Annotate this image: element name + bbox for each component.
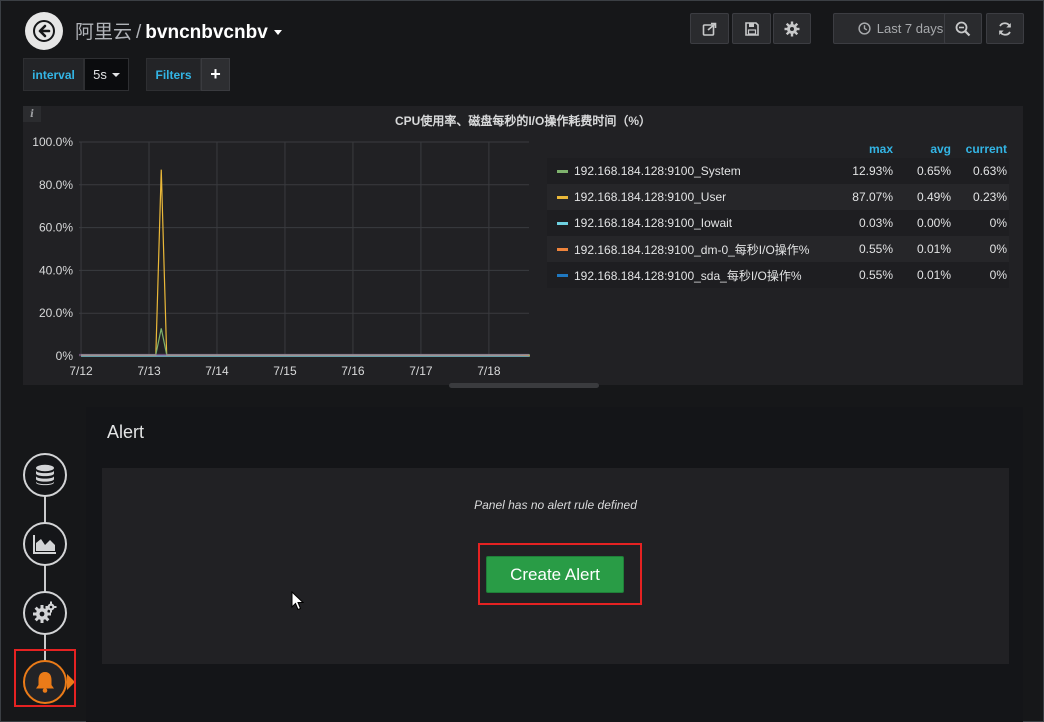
- graph-panel: 0% 20.0% 40.0% 60.0% 80.0% 100.0% 7/12 7/13 7/14…: [23, 106, 1023, 385]
- legend-color-swatch[interactable]: [557, 273, 568, 277]
- graph-legend: max avg current 192.168.184.128:9100_Sys…: [547, 142, 1009, 288]
- database-icon: [36, 464, 54, 486]
- refresh-button[interactable]: [986, 13, 1024, 44]
- legend-series-row[interactable]: 192.168.184.128:9100_User 87.07% 0.49% 0.23…: [547, 184, 1009, 210]
- panel-editor: Alert Panel has no alert rule defined Cr…: [86, 407, 1023, 722]
- legend-series-row[interactable]: 192.168.184.128:9100_sda_每秒I/O操作% 0.55% 0.…: [547, 262, 1009, 288]
- zoom-out-icon: [955, 21, 971, 36]
- legend-value-avg: 0.01%: [916, 268, 951, 282]
- legend-series-row[interactable]: 192.168.184.128:9100_System 12.93% 0.65% 0.…: [547, 158, 1009, 184]
- chevron-down-icon[interactable]: [273, 30, 282, 36]
- chart-area-icon: [33, 535, 56, 554]
- tab-visualization[interactable]: [23, 522, 67, 566]
- legend-color-swatch[interactable]: [557, 221, 568, 225]
- legend-value-current: 0%: [989, 216, 1007, 230]
- legend-header: max avg current: [547, 142, 1009, 158]
- legend-header-current[interactable]: current: [951, 142, 1009, 158]
- no-alert-rule-text: Panel has no alert rule defined: [474, 498, 637, 512]
- legend-series-row[interactable]: 192.168.184.128:9100_dm-0_每秒I/O操作% 0.55% 0…: [547, 236, 1009, 262]
- mouse-cursor-icon: [291, 591, 305, 611]
- legend-color-swatch[interactable]: [557, 247, 568, 251]
- share-icon: [702, 22, 716, 36]
- y-tick-label: 20.0%: [39, 306, 73, 320]
- add-filter-button[interactable]: +: [201, 58, 230, 91]
- legend-series-name: 192.168.184.128:9100_System: [574, 164, 741, 178]
- series-line: [81, 169, 530, 357]
- legend-value-max: 12.93%: [852, 164, 893, 178]
- x-tick-label: 7/12: [69, 364, 93, 378]
- y-tick-label: 40.0%: [39, 263, 73, 277]
- save-icon: [744, 21, 759, 36]
- share-button[interactable]: [690, 13, 729, 44]
- tab-general[interactable]: [23, 591, 67, 635]
- x-tick-label: 7/16: [341, 364, 365, 378]
- interval-value: 5s: [93, 67, 107, 82]
- top-navbar: 阿里云 / bvncnbvcnbv Last 7 days: [1, 1, 1044, 57]
- clock-icon: [858, 22, 871, 35]
- legend-value-max: 0.55%: [858, 268, 893, 282]
- chevron-down-icon: [111, 72, 120, 77]
- time-range-label: Last 7 days: [876, 21, 944, 36]
- breadcrumb-org[interactable]: 阿里云: [75, 22, 132, 43]
- x-tick-label: 7/14: [205, 364, 229, 378]
- legend-value-max: 87.07%: [852, 190, 893, 204]
- panel-resize-handle[interactable]: [449, 383, 599, 388]
- zoom-out-button[interactable]: [944, 13, 982, 44]
- cogs-icon: [33, 601, 57, 623]
- series-line: [81, 328, 530, 356]
- graph-canvas[interactable]: 0% 20.0% 40.0% 60.0% 80.0% 100.0% 7/12 7/13 7/14…: [23, 106, 563, 385]
- y-tick-label: 0%: [56, 349, 74, 363]
- legend-value-current: 0%: [989, 242, 1007, 256]
- legend-value-current: 0%: [989, 268, 1007, 282]
- create-alert-button[interactable]: Create Alert: [486, 556, 624, 593]
- legend-series-name: 192.168.184.128:9100_User: [574, 190, 727, 204]
- legend-header-max[interactable]: max: [837, 142, 893, 158]
- legend-rows: 192.168.184.128:9100_System 12.93% 0.65% 0.…: [547, 158, 1009, 288]
- legend-value-avg: 0.49%: [916, 190, 951, 204]
- interval-variable-select[interactable]: 5s: [84, 58, 129, 91]
- breadcrumb-separator: /: [136, 22, 142, 43]
- legend-value-current: 0.63%: [972, 164, 1007, 178]
- alert-tab-highlight: [14, 649, 76, 707]
- alert-empty-state: Panel has no alert rule defined Create A…: [102, 468, 1009, 664]
- y-tick-label: 80.0%: [39, 178, 73, 192]
- legend-value-avg: 0.01%: [916, 242, 951, 256]
- filters-label: Filters: [146, 58, 201, 91]
- y-tick-label: 60.0%: [39, 221, 73, 235]
- legend-value-avg: 0.00%: [916, 216, 951, 230]
- save-button[interactable]: [732, 13, 771, 44]
- x-tick-label: 7/13: [137, 364, 161, 378]
- legend-value-max: 0.55%: [858, 242, 893, 256]
- legend-series-name: 192.168.184.128:9100_Iowait: [574, 216, 733, 230]
- x-tick-label: 7/15: [273, 364, 297, 378]
- legend-series-name: 192.168.184.128:9100_dm-0_每秒I/O操作%: [574, 242, 810, 257]
- arrow-left-icon: [33, 20, 55, 42]
- x-tick-label: 7/17: [409, 364, 433, 378]
- panel-info-icon[interactable]: i: [23, 106, 41, 122]
- alert-section-title: Alert: [107, 422, 145, 442]
- gear-icon: [784, 21, 800, 36]
- dashboard-title[interactable]: bvncnbvcnbv: [145, 22, 267, 43]
- refresh-icon: [999, 21, 1011, 36]
- tab-queries[interactable]: [23, 453, 67, 497]
- legend-header-avg[interactable]: avg: [893, 142, 951, 158]
- breadcrumb[interactable]: 阿里云 / bvncnbvcnbv: [75, 17, 282, 44]
- legend-color-swatch[interactable]: [557, 195, 568, 199]
- legend-value-current: 0.23%: [972, 190, 1007, 204]
- back-button[interactable]: [25, 12, 63, 50]
- settings-button[interactable]: [773, 13, 811, 44]
- legend-value-avg: 0.65%: [916, 164, 951, 178]
- y-tick-label: 100.0%: [32, 135, 73, 149]
- legend-series-row[interactable]: 192.168.184.128:9100_Iowait 0.03% 0.00% 0%: [547, 210, 1009, 236]
- legend-color-swatch[interactable]: [557, 169, 568, 173]
- interval-variable-label: interval: [23, 58, 84, 91]
- x-tick-label: 7/18: [477, 364, 501, 378]
- legend-series-name: 192.168.184.128:9100_sda_每秒I/O操作%: [574, 268, 802, 283]
- panel-title[interactable]: CPU使用率、磁盘每秒的I/O操作耗费时间（%）: [23, 112, 1023, 129]
- legend-value-max: 0.03%: [858, 216, 893, 230]
